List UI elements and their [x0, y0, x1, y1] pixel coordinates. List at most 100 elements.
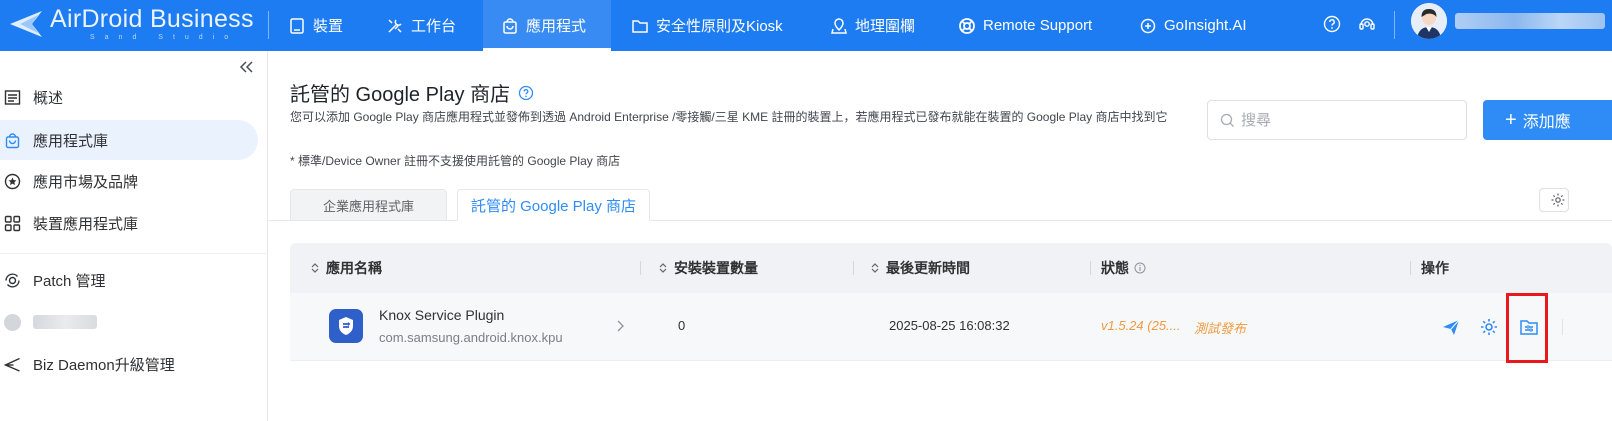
nav-label: Remote Support	[983, 17, 1093, 34]
column-header-actions: 操作	[1421, 243, 1449, 293]
info-icon[interactable]	[1134, 262, 1146, 274]
sidebar-item-label-redacted	[33, 315, 97, 329]
column-settings-button[interactable]	[1539, 188, 1569, 212]
column-header-label: 狀態	[1101, 260, 1129, 276]
chevron-right-icon[interactable]	[615, 319, 625, 333]
sidebar-item-redacted[interactable]	[0, 302, 258, 342]
search-box[interactable]	[1207, 100, 1467, 140]
user-avatar-icon	[1411, 3, 1447, 39]
publish-send-icon[interactable]	[1440, 316, 1462, 338]
tab-label: 企業應用程式庫	[322, 198, 414, 214]
install-count: 0	[678, 318, 686, 333]
column-header-label: 操作	[1421, 260, 1449, 276]
app-package: com.samsung.android.knox.kpu	[379, 330, 563, 345]
sidebar-item-label: Biz Daemon升級管理	[33, 356, 175, 374]
brand-title: AirDroid Business	[50, 5, 254, 33]
table-row[interactable]: Knox Service Plugin com.samsung.android.…	[290, 293, 1612, 363]
nav-label: 工作台	[411, 18, 457, 35]
nav-label: 地理圍欄	[855, 18, 916, 35]
highlight-box	[1506, 293, 1548, 363]
plus-icon: +	[1505, 109, 1517, 131]
gear-icon	[1551, 193, 1565, 207]
top-bar: AirDroid Business Sand Studio 裝置 工作台 應用程…	[0, 0, 1612, 51]
knox-shield-icon	[339, 317, 353, 335]
row-separator	[1562, 319, 1563, 335]
column-separator	[1090, 261, 1091, 275]
ai-icon	[1140, 18, 1156, 33]
sidebar-item-patch[interactable]: Patch 管理	[0, 260, 258, 300]
nav-geofence[interactable]: 地理圍欄	[830, 0, 915, 51]
sidebar-item-app-library[interactable]: 應用程式庫	[0, 120, 258, 160]
sidebar: 概述 應用程式庫 應用市場及品牌 裝置應用程式庫 Patch 管理 Biz Da…	[0, 51, 268, 421]
last-updated: 2025-08-25 16:08:32	[889, 318, 1010, 333]
support-agent-icon[interactable]	[1356, 13, 1378, 35]
nav-label: 裝置	[313, 18, 344, 35]
page-title: 託管的 Google Play 商店	[290, 78, 534, 107]
geofence-icon	[831, 17, 847, 34]
grid-apps-icon	[4, 215, 21, 231]
page-description: 您可以添加 Google Play 商店應用程式並發佈到透過 Android E…	[290, 110, 1168, 124]
add-app-button-label: 添加應	[1522, 114, 1571, 131]
sort-icon	[871, 263, 879, 273]
search-icon	[1220, 113, 1234, 127]
nav-workbench[interactable]: 工作台	[386, 0, 456, 51]
status-badge: 測試發布	[1194, 321, 1247, 336]
column-header-label: 最後更新時間	[886, 260, 970, 276]
column-separator	[1410, 261, 1411, 275]
column-header-last-updated[interactable]: 最後更新時間	[870, 243, 970, 293]
sidebar-item-label: 應用程式庫	[33, 132, 109, 150]
nav-security-kiosk[interactable]: 安全性原則及Kiosk	[631, 0, 783, 51]
sidebar-item-overview[interactable]: 概述	[0, 77, 258, 117]
sort-icon	[659, 263, 667, 273]
folder-icon	[632, 19, 648, 33]
nav-label: 安全性原則及Kiosk	[656, 18, 783, 35]
settings-gear-icon[interactable]	[1478, 316, 1500, 338]
send-icon	[4, 357, 20, 372]
sidebar-item-app-market-brand[interactable]: 應用市場及品牌	[0, 161, 258, 201]
nav-devices[interactable]: 裝置	[288, 0, 343, 51]
add-app-button[interactable]: + 添加應	[1483, 100, 1612, 140]
column-separator	[640, 261, 641, 275]
nav-applications[interactable]: 應用程式	[501, 0, 586, 51]
tab-managed-google-play[interactable]: 託管的 Google Play 商店	[457, 189, 650, 221]
overview-icon	[4, 89, 21, 105]
sort-icon	[311, 263, 319, 273]
app-name[interactable]: Knox Service Plugin	[379, 307, 504, 323]
nav-remote-support[interactable]: Remote Support	[958, 0, 1092, 51]
avatar[interactable]	[1411, 3, 1447, 39]
nav-label: GoInsight.AI	[1164, 17, 1247, 34]
brand-subtitle: Sand Studio	[90, 34, 239, 41]
tools-icon	[388, 18, 402, 33]
app-bag-icon	[5, 132, 20, 148]
sidebar-item-biz-daemon[interactable]: Biz Daemon升級管理	[0, 344, 258, 384]
search-input[interactable]	[1241, 111, 1441, 129]
collapse-sidebar-icon[interactable]	[236, 57, 256, 77]
device-icon	[290, 17, 304, 34]
main-content: 託管的 Google Play 商店 您可以添加 Google Play 商店應…	[269, 51, 1612, 421]
nav-label: 應用程式	[526, 18, 587, 35]
sidebar-item-label: Patch 管理	[33, 272, 106, 290]
divider	[1394, 11, 1395, 39]
sidebar-item-label: 應用市場及品牌	[33, 173, 139, 191]
column-header-label: 應用名稱	[326, 260, 382, 276]
sidebar-divider	[0, 253, 268, 254]
tab-enterprise-app-library[interactable]: 企業應用程式庫	[290, 189, 447, 221]
airdroid-logo-icon	[10, 11, 42, 37]
page-note: * 標準/Device Owner 註冊不支援使用託管的 Google Play…	[290, 154, 621, 168]
sidebar-item-label: 概述	[33, 89, 64, 107]
sidebar-item-label: 裝置應用程式庫	[33, 215, 139, 233]
column-header-status: 狀態	[1101, 243, 1146, 293]
sidebar-item-device-app-library[interactable]: 裝置應用程式庫	[0, 203, 258, 243]
column-header-install-count[interactable]: 安裝裝置數量	[658, 243, 758, 293]
column-header-app-name[interactable]: 應用名稱	[310, 243, 382, 293]
column-separator	[853, 261, 854, 275]
username-redacted[interactable]	[1455, 13, 1605, 29]
page-title-text: 託管的 Google Play 商店	[290, 84, 511, 106]
help-circle-icon[interactable]	[518, 85, 534, 101]
help-icon[interactable]	[1321, 13, 1343, 35]
nav-goinsight[interactable]: GoInsight.AI	[1139, 0, 1247, 51]
column-header-label: 安裝裝置數量	[674, 260, 758, 276]
brand-logo[interactable]: AirDroid Business Sand Studio	[8, 4, 254, 44]
patch-icon	[5, 272, 20, 288]
star-circle-icon	[4, 173, 21, 189]
